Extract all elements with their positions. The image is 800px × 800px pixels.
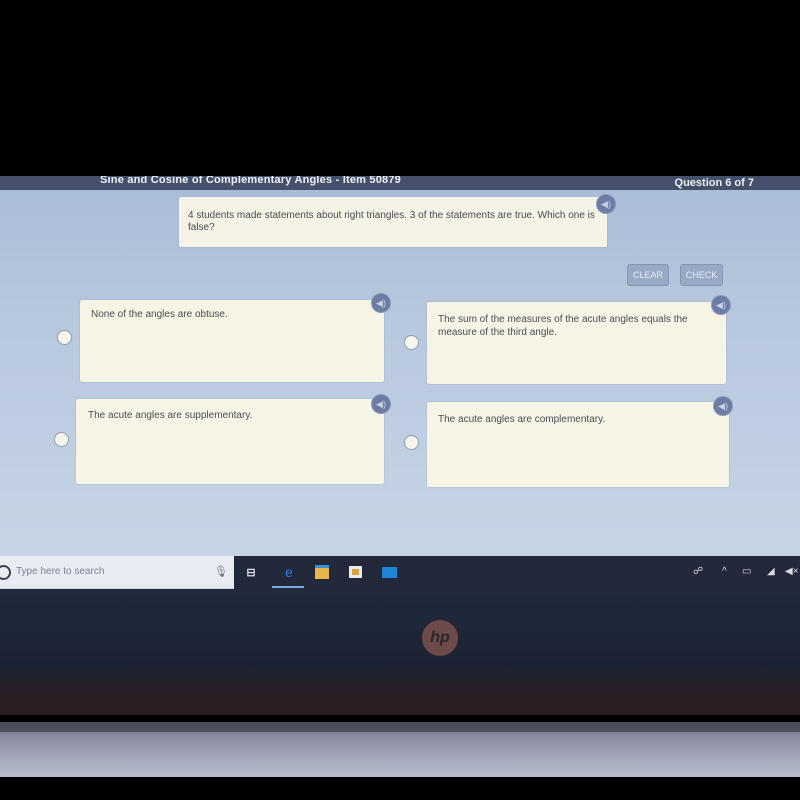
option-1-radio[interactable]	[57, 330, 72, 345]
speaker-icon: ◀)	[718, 400, 728, 411]
option-3-radio[interactable]	[54, 432, 69, 447]
title-bar: Sine and Cosine of Complementary Angles …	[0, 176, 800, 190]
option-2-audio-button[interactable]: ◀)	[712, 296, 730, 314]
store-icon[interactable]	[347, 564, 363, 580]
question-counter: Question 6 of 7	[674, 177, 754, 189]
option-1-audio-button[interactable]: ◀)	[372, 294, 390, 312]
option-2-text: The sum of the measures of the acute ang…	[438, 314, 688, 338]
option-1-text: None of the angles are obtuse.	[91, 309, 228, 320]
option-3-audio-button[interactable]: ◀)	[372, 395, 390, 413]
file-explorer-icon[interactable]	[314, 564, 330, 580]
speaker-icon: ◀)	[601, 198, 611, 209]
hp-logo: hp	[422, 620, 458, 656]
question-prompt: 4 students made statements about right t…	[179, 197, 607, 247]
keyboard-key-row	[0, 722, 800, 732]
option-4-audio-button[interactable]: ◀)	[714, 397, 732, 415]
option-2-card[interactable]: The sum of the measures of the acute ang…	[427, 302, 726, 384]
prompt-audio-button[interactable]: ◀)	[597, 195, 615, 213]
microphone-icon[interactable]: 🎙	[214, 565, 228, 578]
taskbar: Type here to search 🎙 ⊟ e ☍ ^ ▭ ◢ ◀×	[0, 556, 800, 590]
option-3-card[interactable]: The acute angles are supplementary.	[76, 399, 384, 484]
speaker-icon: ◀)	[716, 299, 726, 310]
option-3-text: The acute angles are supplementary.	[88, 410, 253, 421]
battery-icon[interactable]: ▭	[742, 566, 751, 577]
mail-icon[interactable]	[381, 564, 397, 580]
search-placeholder: Type here to search	[16, 566, 105, 577]
volume-muted-icon[interactable]: ◀×	[785, 566, 799, 577]
option-4-text: The acute angles are complementary.	[438, 414, 606, 425]
speaker-icon: ◀)	[376, 297, 386, 308]
wifi-icon[interactable]: ◢	[767, 566, 775, 577]
question-text: 4 students made statements about right t…	[188, 210, 595, 233]
active-app-indicator	[272, 586, 304, 588]
option-2-radio[interactable]	[404, 335, 419, 350]
chevron-up-icon[interactable]: ^	[722, 566, 727, 577]
clear-button[interactable]: CLEAR	[627, 264, 669, 286]
edge-icon[interactable]: e	[281, 564, 297, 580]
option-4-card[interactable]: The acute angles are complementary.	[427, 402, 729, 487]
taskbar-search[interactable]: Type here to search 🎙	[0, 556, 234, 589]
lesson-title: Sine and Cosine of Complementary Angles …	[100, 176, 401, 186]
option-4-radio[interactable]	[404, 435, 419, 450]
laptop-bezel	[0, 590, 800, 715]
cortana-icon	[0, 565, 11, 580]
people-icon[interactable]: ☍	[693, 566, 703, 577]
task-view-icon[interactable]: ⊟	[243, 564, 259, 580]
option-1-card[interactable]: None of the angles are obtuse.	[80, 300, 384, 382]
speaker-icon: ◀)	[376, 398, 386, 409]
check-button[interactable]: CHECK	[680, 264, 723, 286]
